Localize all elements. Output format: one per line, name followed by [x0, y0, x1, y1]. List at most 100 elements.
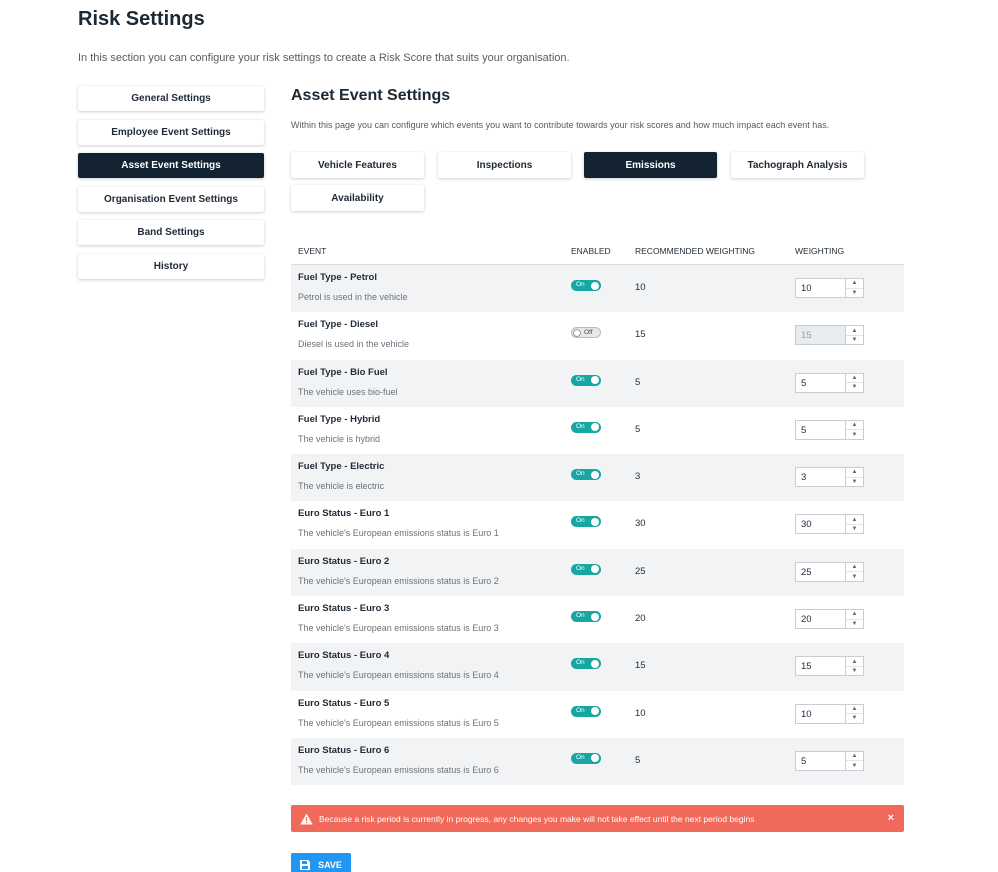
tab-availability[interactable]: Availability [291, 185, 424, 211]
chevron-down-icon[interactable]: ▼ [846, 429, 863, 439]
sidebar-item-general-settings[interactable]: General Settings [78, 86, 264, 111]
chevron-down-icon[interactable]: ▼ [846, 665, 863, 676]
weighting-input[interactable]: 5 [796, 374, 845, 392]
save-button[interactable]: SAVE [291, 853, 351, 872]
chevron-up-icon[interactable]: ▲ [846, 705, 863, 714]
page-title: Risk Settings [78, 8, 205, 30]
header-recommended-weighting: RECOMMENDED WEIGHTING [635, 246, 755, 256]
chevron-up-icon[interactable]: ▲ [846, 326, 863, 335]
table-row: Euro Status - Euro 4 The vehicle's Europe… [291, 643, 904, 691]
sidebar-item-organisation-event-settings[interactable]: Organisation Event Settings [78, 186, 264, 212]
enabled-toggle[interactable]: On [571, 611, 601, 623]
chevron-up-icon[interactable]: ▲ [846, 752, 863, 761]
weighting-input[interactable]: 30 [796, 515, 845, 533]
save-label: SAVE [318, 860, 342, 870]
chevron-up-icon[interactable]: ▲ [846, 279, 863, 288]
table-row: Fuel Type - Hybrid The vehicle is hybrid O… [291, 407, 904, 454]
enabled-toggle[interactable]: On [571, 516, 601, 528]
weighting-stepper[interactable]: 15 ▲ ▼ [795, 656, 864, 677]
chevron-down-icon[interactable]: ▼ [846, 523, 863, 534]
weighting-stepper[interactable]: 3 ▲ ▼ [795, 467, 864, 488]
toggle-knob [591, 565, 599, 574]
weighting-stepper[interactable]: 10 ▲ ▼ [795, 703, 864, 724]
tab-label: Inspections [476, 159, 533, 171]
chevron-down-icon[interactable]: ▼ [846, 618, 863, 629]
weighting-input[interactable]: 3 [796, 468, 845, 486]
toggle-knob [591, 423, 599, 432]
chevron-down-icon[interactable]: ▼ [846, 287, 863, 298]
sidebar-item-history[interactable]: History [78, 253, 264, 279]
recommended-weighting: 10 [635, 707, 646, 719]
event-name: Euro Status - Euro 4 [298, 650, 390, 662]
weighting-stepper[interactable]: 5 ▲ ▼ [795, 372, 864, 393]
header-weighting: WEIGHTING [795, 246, 845, 256]
event-description: The vehicle is hybrid [298, 433, 381, 444]
weighting-stepper[interactable]: 30 ▲ ▼ [795, 514, 864, 535]
chevron-down-icon[interactable]: ▼ [846, 713, 863, 723]
chevron-up-icon[interactable]: ▲ [846, 610, 863, 619]
enabled-toggle[interactable]: Off [571, 327, 601, 339]
toggle-label: On [576, 612, 585, 620]
toggle-label: On [576, 281, 585, 288]
weighting-stepper[interactable]: 5 ▲ ▼ [795, 419, 864, 440]
close-icon[interactable]: × [888, 812, 894, 824]
recommended-weighting: 3 [635, 471, 641, 483]
weighting-input[interactable]: 10 [796, 279, 845, 297]
event-name: Euro Status - Euro 1 [298, 508, 390, 520]
weighting-input[interactable]: 20 [796, 610, 845, 628]
tab-vehicle-features[interactable]: Vehicle Features [291, 152, 424, 178]
event-name: Fuel Type - Hybrid [298, 413, 381, 425]
chevron-up-icon[interactable]: ▲ [846, 421, 863, 430]
sidebar-item-band-settings[interactable]: Band Settings [78, 220, 264, 245]
chevron-down-icon[interactable]: ▼ [846, 571, 863, 581]
weighting-input[interactable]: 5 [796, 752, 845, 770]
stepper-arrows: ▲ ▼ [845, 373, 863, 392]
enabled-toggle[interactable]: On [571, 280, 601, 291]
chevron-down-icon[interactable]: ▼ [846, 760, 863, 770]
chevron-down-icon[interactable]: ▼ [846, 382, 863, 392]
warning-icon [299, 813, 313, 825]
enabled-toggle[interactable]: On [571, 563, 601, 575]
enabled-toggle[interactable]: On [571, 705, 601, 717]
weighting-stepper[interactable]: 15 ▲ ▼ [795, 325, 864, 346]
recommended-weighting: 20 [635, 613, 646, 625]
weighting-input[interactable]: 15 [796, 326, 845, 344]
enabled-toggle[interactable]: On [571, 421, 601, 433]
chevron-up-icon[interactable]: ▲ [846, 468, 863, 477]
weighting-input[interactable]: 25 [796, 563, 845, 581]
event-description: The vehicle's European emissions status … [298, 670, 499, 681]
chevron-down-icon[interactable]: ▼ [846, 334, 863, 345]
enabled-toggle[interactable]: On [571, 374, 601, 386]
chevron-up-icon[interactable]: ▲ [846, 374, 863, 383]
tab-emissions[interactable]: Emissions [584, 152, 717, 178]
weighting-stepper[interactable]: 5 ▲ ▼ [795, 750, 864, 771]
chevron-up-icon[interactable]: ▲ [846, 515, 863, 524]
weighting-input[interactable]: 5 [796, 421, 845, 439]
enabled-toggle[interactable]: On [571, 469, 601, 481]
table-row: Fuel Type - Electric The vehicle is elect… [291, 454, 904, 502]
table-row: Fuel Type - Diesel Diesel is used in the … [291, 312, 904, 359]
chevron-up-icon[interactable]: ▲ [846, 657, 863, 666]
tab-label: Emissions [625, 159, 676, 171]
section-description: Within this page you can configure which… [291, 120, 830, 130]
stepper-arrows: ▲ ▼ [845, 279, 863, 297]
table-row: Euro Status - Euro 6 The vehicle's Europe… [291, 737, 904, 786]
weighting-input[interactable]: 15 [796, 657, 845, 675]
toggle-knob [573, 329, 581, 338]
enabled-toggle[interactable]: On [571, 752, 601, 764]
recommended-weighting: 5 [635, 423, 641, 435]
tab-tachograph-analysis[interactable]: Tachograph Analysis [731, 152, 864, 178]
toggle-label: On [576, 422, 585, 430]
sidebar-item-employee-event-settings[interactable]: Employee Event Settings [78, 119, 264, 145]
chevron-up-icon[interactable]: ▲ [846, 563, 863, 572]
weighting-stepper[interactable]: 10 ▲ ▼ [795, 278, 864, 298]
tab-inspections[interactable]: Inspections [438, 152, 571, 178]
chevron-down-icon[interactable]: ▼ [846, 476, 863, 487]
weighting-stepper[interactable]: 20 ▲ ▼ [795, 609, 864, 630]
event-description: The vehicle is electric [298, 481, 385, 492]
enabled-toggle[interactable]: On [571, 658, 601, 670]
sidebar-item-asset-event-settings[interactable]: Asset Event Settings [78, 153, 264, 178]
weighting-input[interactable]: 10 [796, 705, 845, 723]
weighting-stepper[interactable]: 25 ▲ ▼ [795, 561, 864, 582]
event-name: Euro Status - Euro 3 [298, 603, 390, 615]
